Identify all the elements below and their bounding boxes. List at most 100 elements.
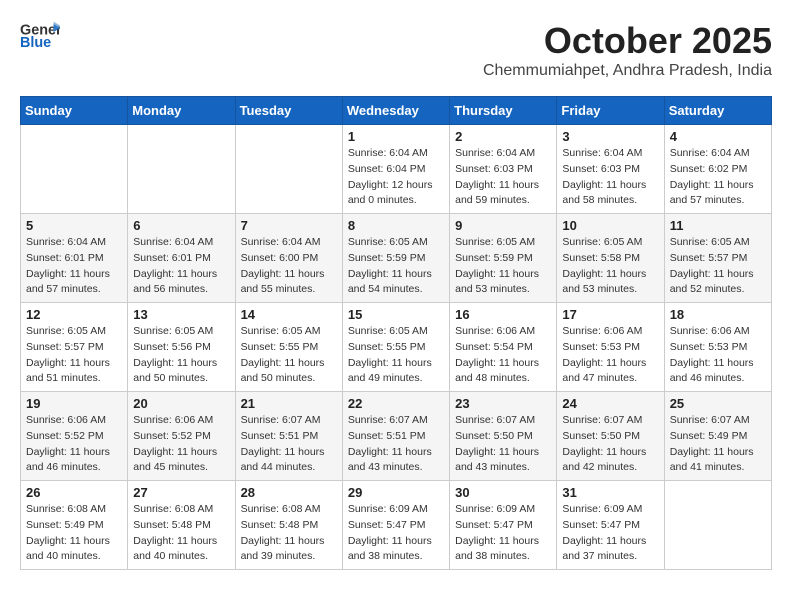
day-info: Sunrise: 6:06 AMSunset: 5:52 PMDaylight:… bbox=[133, 413, 229, 476]
day-info: Sunrise: 6:08 AMSunset: 5:48 PMDaylight:… bbox=[241, 502, 337, 565]
calendar-week-row: 5 Sunrise: 6:04 AMSunset: 6:01 PMDaylight… bbox=[21, 214, 772, 303]
table-row: 11 Sunrise: 6:05 AMSunset: 5:57 PMDayligh… bbox=[664, 214, 771, 303]
table-row: 29Sunrise: 6:09 AMSunset: 5:47 PMDayligh… bbox=[342, 481, 449, 570]
table-row: 2 Sunrise: 6:04 AMSunset: 6:03 PMDaylight… bbox=[450, 125, 557, 214]
logo-icon: General Blue bbox=[20, 20, 60, 48]
day-info: Sunrise: 6:05 AMSunset: 5:59 PMDaylight:… bbox=[455, 235, 551, 298]
day-number: 7 bbox=[241, 218, 337, 233]
table-row bbox=[664, 481, 771, 570]
header-tuesday: Tuesday bbox=[235, 97, 342, 125]
table-row: 26 Sunrise: 6:08 AMSunset: 5:49 PMDayligh… bbox=[21, 481, 128, 570]
table-row: 4Sunrise: 6:04 AMSunset: 6:02 PMDaylight… bbox=[664, 125, 771, 214]
table-row: 30 Sunrise: 6:09 AMSunset: 5:47 PMDayligh… bbox=[450, 481, 557, 570]
day-info: Sunrise: 6:05 AMSunset: 5:57 PMDaylight:… bbox=[670, 235, 766, 298]
day-number: 1 bbox=[348, 129, 444, 144]
header-saturday: Saturday bbox=[664, 97, 771, 125]
table-row bbox=[21, 125, 128, 214]
day-info: Sunrise: 6:05 AMSunset: 5:55 PMDaylight:… bbox=[348, 324, 444, 387]
day-info: Sunrise: 6:09 AMSunset: 5:47 PMDaylight:… bbox=[562, 502, 658, 565]
table-row: 6 Sunrise: 6:04 AMSunset: 6:01 PMDaylight… bbox=[128, 214, 235, 303]
table-row: 1Sunrise: 6:04 AMSunset: 6:04 PMDaylight… bbox=[342, 125, 449, 214]
day-number: 23 bbox=[455, 396, 551, 411]
day-info: Sunrise: 6:06 AMSunset: 5:53 PMDaylight:… bbox=[562, 324, 658, 387]
day-info: Sunrise: 6:05 AMSunset: 5:55 PMDaylight:… bbox=[241, 324, 337, 387]
day-number: 8 bbox=[348, 218, 444, 233]
day-info: Sunrise: 6:04 AMSunset: 6:03 PMDaylight:… bbox=[562, 146, 658, 209]
table-row: 22 Sunrise: 6:07 AMSunset: 5:51 PMDayligh… bbox=[342, 392, 449, 481]
calendar-week-row: 1Sunrise: 6:04 AMSunset: 6:04 PMDaylight… bbox=[21, 125, 772, 214]
calendar-week-row: 12Sunrise: 6:05 AMSunset: 5:57 PMDayligh… bbox=[21, 303, 772, 392]
table-row: 8Sunrise: 6:05 AMSunset: 5:59 PMDaylight… bbox=[342, 214, 449, 303]
day-info: Sunrise: 6:09 AMSunset: 5:47 PMDaylight:… bbox=[455, 502, 551, 565]
day-info: Sunrise: 6:07 AMSunset: 5:50 PMDaylight:… bbox=[455, 413, 551, 476]
month-title: October 2025 bbox=[483, 20, 772, 62]
day-info: Sunrise: 6:05 AMSunset: 5:57 PMDaylight:… bbox=[26, 324, 122, 387]
day-info: Sunrise: 6:05 AMSunset: 5:58 PMDaylight:… bbox=[562, 235, 658, 298]
table-row: 28 Sunrise: 6:08 AMSunset: 5:48 PMDayligh… bbox=[235, 481, 342, 570]
table-row bbox=[128, 125, 235, 214]
calendar-header-row: Sunday Monday Tuesday Wednesday Thursday… bbox=[21, 97, 772, 125]
calendar-table: Sunday Monday Tuesday Wednesday Thursday… bbox=[20, 96, 772, 570]
logo: General Blue bbox=[20, 20, 60, 50]
calendar-week-row: 26 Sunrise: 6:08 AMSunset: 5:49 PMDayligh… bbox=[21, 481, 772, 570]
day-info: Sunrise: 6:04 AMSunset: 6:03 PMDaylight:… bbox=[455, 146, 551, 209]
day-info: Sunrise: 6:07 AMSunset: 5:49 PMDaylight:… bbox=[670, 413, 766, 476]
table-row: 15 Sunrise: 6:05 AMSunset: 5:55 PMDayligh… bbox=[342, 303, 449, 392]
day-number: 18 bbox=[670, 307, 766, 322]
header-thursday: Thursday bbox=[450, 97, 557, 125]
table-row: 18Sunrise: 6:06 AMSunset: 5:53 PMDayligh… bbox=[664, 303, 771, 392]
day-number: 21 bbox=[241, 396, 337, 411]
svg-text:Blue: Blue bbox=[20, 35, 51, 48]
day-info: Sunrise: 6:09 AMSunset: 5:47 PMDaylight:… bbox=[348, 502, 444, 565]
day-number: 27 bbox=[133, 485, 229, 500]
day-number: 6 bbox=[133, 218, 229, 233]
day-number: 2 bbox=[455, 129, 551, 144]
day-info: Sunrise: 6:06 AMSunset: 5:52 PMDaylight:… bbox=[26, 413, 122, 476]
table-row: 31 Sunrise: 6:09 AMSunset: 5:47 PMDayligh… bbox=[557, 481, 664, 570]
day-info: Sunrise: 6:06 AMSunset: 5:54 PMDaylight:… bbox=[455, 324, 551, 387]
day-number: 4 bbox=[670, 129, 766, 144]
day-info: Sunrise: 6:07 AMSunset: 5:50 PMDaylight:… bbox=[562, 413, 658, 476]
day-info: Sunrise: 6:04 AMSunset: 6:01 PMDaylight:… bbox=[133, 235, 229, 298]
day-number: 24 bbox=[562, 396, 658, 411]
day-number: 16 bbox=[455, 307, 551, 322]
calendar-week-row: 19Sunrise: 6:06 AMSunset: 5:52 PMDayligh… bbox=[21, 392, 772, 481]
day-number: 15 bbox=[348, 307, 444, 322]
table-row: 3 Sunrise: 6:04 AMSunset: 6:03 PMDaylight… bbox=[557, 125, 664, 214]
table-row bbox=[235, 125, 342, 214]
table-row: 12Sunrise: 6:05 AMSunset: 5:57 PMDayligh… bbox=[21, 303, 128, 392]
day-info: Sunrise: 6:07 AMSunset: 5:51 PMDaylight:… bbox=[348, 413, 444, 476]
header-friday: Friday bbox=[557, 97, 664, 125]
header-sunday: Sunday bbox=[21, 97, 128, 125]
table-row: 7 Sunrise: 6:04 AMSunset: 6:00 PMDaylight… bbox=[235, 214, 342, 303]
table-row: 23 Sunrise: 6:07 AMSunset: 5:50 PMDayligh… bbox=[450, 392, 557, 481]
day-info: Sunrise: 6:07 AMSunset: 5:51 PMDaylight:… bbox=[241, 413, 337, 476]
table-row: 21 Sunrise: 6:07 AMSunset: 5:51 PMDayligh… bbox=[235, 392, 342, 481]
day-number: 26 bbox=[26, 485, 122, 500]
day-number: 31 bbox=[562, 485, 658, 500]
table-row: 27Sunrise: 6:08 AMSunset: 5:48 PMDayligh… bbox=[128, 481, 235, 570]
table-row: 14 Sunrise: 6:05 AMSunset: 5:55 PMDayligh… bbox=[235, 303, 342, 392]
day-number: 30 bbox=[455, 485, 551, 500]
page-header: General Blue October 2025 Chemmumiahpet,… bbox=[20, 20, 772, 80]
table-row: 20Sunrise: 6:06 AMSunset: 5:52 PMDayligh… bbox=[128, 392, 235, 481]
day-info: Sunrise: 6:08 AMSunset: 5:49 PMDaylight:… bbox=[26, 502, 122, 565]
table-row: 24 Sunrise: 6:07 AMSunset: 5:50 PMDayligh… bbox=[557, 392, 664, 481]
day-number: 25 bbox=[670, 396, 766, 411]
day-number: 5 bbox=[26, 218, 122, 233]
day-number: 14 bbox=[241, 307, 337, 322]
header-monday: Monday bbox=[128, 97, 235, 125]
table-row: 5 Sunrise: 6:04 AMSunset: 6:01 PMDaylight… bbox=[21, 214, 128, 303]
day-number: 22 bbox=[348, 396, 444, 411]
day-number: 28 bbox=[241, 485, 337, 500]
table-row: 9Sunrise: 6:05 AMSunset: 5:59 PMDaylight… bbox=[450, 214, 557, 303]
title-area: October 2025 Chemmumiahpet, Andhra Prade… bbox=[483, 20, 772, 80]
header-wednesday: Wednesday bbox=[342, 97, 449, 125]
day-number: 10 bbox=[562, 218, 658, 233]
day-info: Sunrise: 6:04 AMSunset: 6:01 PMDaylight:… bbox=[26, 235, 122, 298]
day-number: 11 bbox=[670, 218, 766, 233]
location: Chemmumiahpet, Andhra Pradesh, India bbox=[483, 62, 772, 80]
day-number: 3 bbox=[562, 129, 658, 144]
day-number: 13 bbox=[133, 307, 229, 322]
day-info: Sunrise: 6:04 AMSunset: 6:00 PMDaylight:… bbox=[241, 235, 337, 298]
